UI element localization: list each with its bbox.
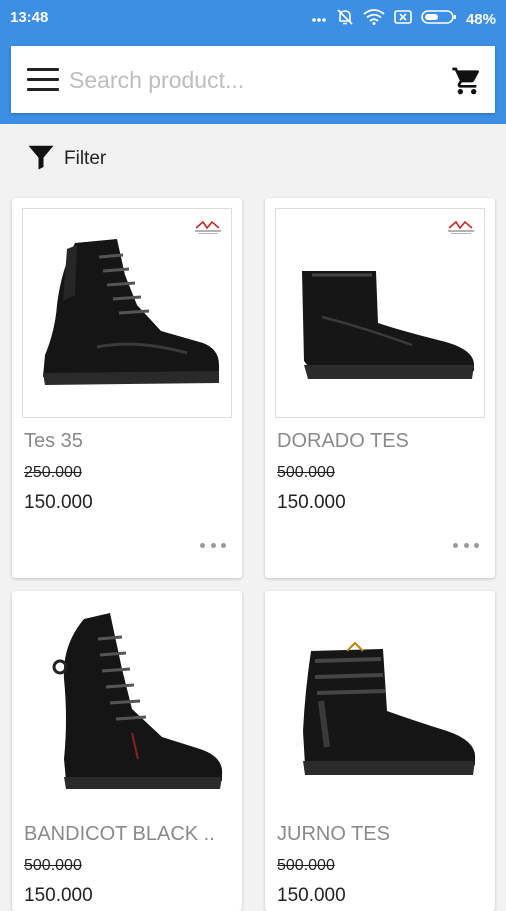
product-name: BANDICOT BLACK ..: [24, 823, 215, 845]
brand-logo-icon: [446, 219, 476, 240]
status-icons: 48%: [311, 8, 496, 30]
product-name: Tes 35: [24, 430, 83, 452]
funnel-icon: [26, 142, 56, 177]
product-card[interactable]: Tes 35 250.000 150.000: [12, 198, 242, 578]
wifi-icon: [363, 9, 385, 29]
product-name: DORADO TES: [277, 430, 409, 452]
status-bar: 13:48 48%: [0, 0, 506, 36]
sim-card-icon: [394, 9, 412, 29]
product-image: [275, 208, 485, 418]
product-card[interactable]: DORADO TES 500.000 150.000: [265, 198, 495, 578]
product-image: [275, 601, 485, 811]
hamburger-menu-icon[interactable]: [27, 68, 59, 92]
mute-bell-icon: [336, 8, 354, 30]
app-bar: [0, 36, 506, 124]
filter-button[interactable]: Filter: [26, 142, 106, 176]
battery-icon: [421, 9, 457, 29]
product-price: 150.000: [24, 492, 93, 513]
ankle-boot-image-icon: [292, 265, 478, 388]
product-old-price: 500.000: [277, 857, 335, 874]
search-bar: [11, 46, 495, 113]
more-options-icon[interactable]: [200, 540, 226, 550]
product-price: 150.000: [277, 885, 346, 906]
product-image: [22, 208, 232, 418]
tactical-boot-image-icon: [37, 235, 223, 392]
product-old-price: 500.000: [277, 464, 335, 481]
shopping-cart-icon[interactable]: [451, 65, 483, 97]
product-old-price: 250.000: [24, 464, 82, 481]
moto-boot-image-icon: [291, 641, 479, 786]
more-options-icon[interactable]: [453, 540, 479, 550]
product-price: 150.000: [24, 885, 93, 906]
product-card[interactable]: BANDICOT BLACK .. 500.000 150.000: [12, 591, 242, 911]
product-image: [22, 601, 232, 811]
more-dots-icon: [311, 9, 327, 29]
product-name: JURNO TES: [277, 823, 390, 845]
product-price: 150.000: [277, 492, 346, 513]
status-time: 13:48: [10, 9, 49, 26]
product-old-price: 500.000: [24, 857, 82, 874]
product-card[interactable]: JURNO TES 500.000 150.000: [265, 591, 495, 911]
high-boot-image-icon: [40, 609, 226, 796]
filter-label: Filter: [64, 148, 107, 169]
battery-percent: 48%: [465, 10, 496, 28]
search-input[interactable]: [69, 60, 439, 100]
